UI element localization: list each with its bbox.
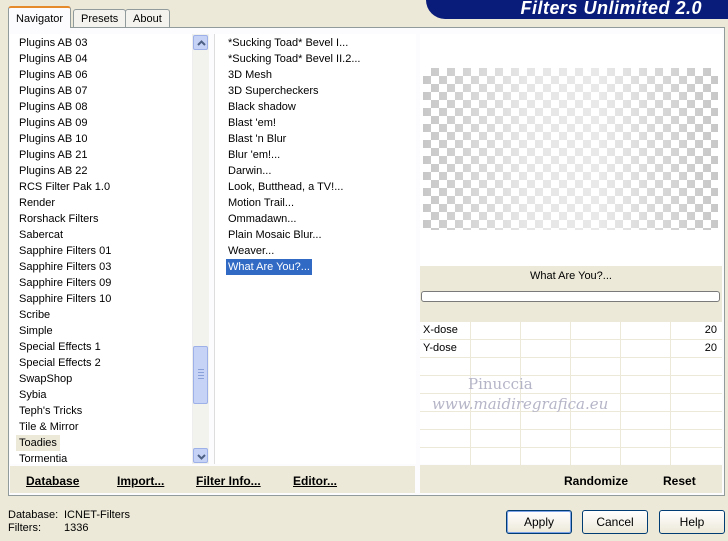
filter-list[interactable]: *Sucking Toad* Bevel I... *Sucking Toad* … [214,34,416,464]
filter-item[interactable]: *Sucking Toad* Bevel II.2... [228,51,361,67]
filter-item[interactable]: Plain Mosaic Blur... [228,227,322,243]
tab-about[interactable]: About [125,9,170,27]
param-row[interactable]: Y-dose 20 [420,340,722,358]
right-pane: What Are You?... Y-dose 20 X-dose 20 Pinucc… [420,34,722,466]
category-item[interactable]: Plugins AB 07 [19,83,88,99]
parameter-area: Y-dose 20 X-dose 20 Pinuccia www.maidiregra… [420,322,722,466]
category-item[interactable]: Plugins AB 09 [19,115,88,131]
param-row [420,430,722,448]
category-item[interactable]: Special Effects 1 [19,339,101,355]
title-banner: Filters Unlimited 2.0 [426,0,728,19]
filter-item[interactable]: Blast 'n Blur [228,131,286,147]
category-item[interactable]: Scribe [19,307,50,323]
category-item[interactable]: SwapShop [19,371,72,387]
progress-bar [421,291,720,302]
category-item[interactable]: Tormentia [19,451,67,464]
scroll-up-button[interactable] [193,35,208,50]
param-label: X-dose [423,324,458,336]
category-item[interactable]: RCS Filter Pak 1.0 [19,179,110,195]
import-button-label: Import... [117,474,165,488]
category-item[interactable]: Toadies [16,435,60,451]
tab-navigator-label: Navigator [16,13,64,25]
scroll-thumb[interactable] [193,346,208,404]
preview-filter-name: What Are You?... [530,270,612,282]
param-value[interactable]: 20 [705,324,717,336]
category-item[interactable]: Sapphire Filters 01 [19,243,111,259]
filter-info-button[interactable]: Filter Info... [196,474,261,488]
param-row [420,448,722,466]
database-button[interactable]: Database [26,474,79,488]
status-info: Database: ICNET-Filters Filters: 1336 [8,509,130,535]
filter-item[interactable]: Darwin... [228,163,271,179]
preview-area [420,34,722,266]
randomize-button[interactable]: Randomize [564,474,628,488]
tab-presets[interactable]: Presets [73,9,127,27]
category-item[interactable]: Plugins AB 03 [19,35,88,51]
category-item[interactable]: Plugins AB 10 [19,131,88,147]
category-item[interactable]: Sybia [19,387,47,403]
chevron-up-icon [197,40,206,46]
category-item[interactable]: Sapphire Filters 10 [19,291,111,307]
reset-button[interactable]: Reset [663,474,696,488]
database-button-label: Database [26,474,80,488]
filter-item[interactable]: Blur 'em!... [228,147,280,163]
category-item[interactable]: Plugins AB 06 [19,67,88,83]
filter-item[interactable]: Ommadawn... [228,211,296,227]
param-row [420,376,722,394]
tab-about-label: About [133,13,162,25]
tab-bar: Navigator Presets About Filters Unlimite… [0,0,728,28]
category-item[interactable]: Rorshack Filters [19,211,98,227]
category-item[interactable]: Plugins AB 04 [19,51,88,67]
filters-label: Filters: [8,522,41,534]
filter-info-button-label: Filter Info... [196,474,261,488]
filter-item[interactable]: Motion Trail... [228,195,294,211]
filter-item[interactable]: Black shadow [228,99,296,115]
filters-count: 1336 [64,522,89,534]
tab-presets-label: Presets [81,13,119,25]
category-item[interactable]: Special Effects 2 [19,355,101,371]
category-item[interactable]: Teph's Tricks [19,403,82,419]
watermark-name: Pinuccia [468,375,533,393]
editor-button-label: Editor... [293,474,338,488]
category-item[interactable]: Plugins AB 22 [19,163,88,179]
category-item[interactable]: Plugins AB 08 [19,99,88,115]
category-list[interactable]: Plugins AB 03 Plugins AB 04 Plugins AB 06 P… [10,34,208,464]
database-label: Database: [8,509,59,521]
chevron-down-icon [197,454,206,460]
category-item[interactable]: Tile & Mirror [19,419,78,435]
param-button-strip: Randomize Reset [420,466,722,493]
category-item[interactable]: Sapphire Filters 03 [19,259,111,275]
filter-item[interactable]: 3D Mesh [228,67,272,83]
help-button[interactable]: Help [659,510,725,534]
filter-item[interactable]: Look, Butthead, a TV!... [228,179,343,195]
filter-item[interactable]: 3D Supercheckers [228,83,319,99]
param-value[interactable]: 20 [705,342,717,354]
category-item[interactable]: Sapphire Filters 09 [19,275,111,291]
apply-button[interactable]: Apply [506,510,572,534]
filter-item[interactable]: What Are You?... [226,259,312,275]
tab-navigator[interactable]: Navigator [8,6,72,28]
param-row[interactable]: X-dose 20 [420,322,722,340]
editor-button[interactable]: Editor... [293,474,337,488]
category-item[interactable]: Render [19,195,55,211]
category-item[interactable]: Simple [19,323,53,339]
param-label: Y-dose [423,342,457,354]
watermark-url: www.maidiregrafica.eu [432,395,609,413]
category-scrollbar[interactable] [192,34,209,464]
filter-item[interactable]: Blast 'em! [228,115,276,131]
category-item[interactable]: Plugins AB 21 [19,147,88,163]
scroll-down-button[interactable] [193,448,208,463]
cancel-button[interactable]: Cancel [582,510,648,534]
list-button-strip: Database Import... Filter Info... Editor… [10,466,415,493]
import-button[interactable]: Import... [117,474,164,488]
param-row [420,358,722,376]
category-item[interactable]: Sabercat [19,227,63,243]
filter-item[interactable]: *Sucking Toad* Bevel I... [228,35,348,51]
param-row [420,412,722,430]
banner-title: Filters Unlimited 2.0 [520,0,702,18]
database-value: ICNET-Filters [64,509,130,521]
filter-item[interactable]: Weaver... [228,243,274,259]
